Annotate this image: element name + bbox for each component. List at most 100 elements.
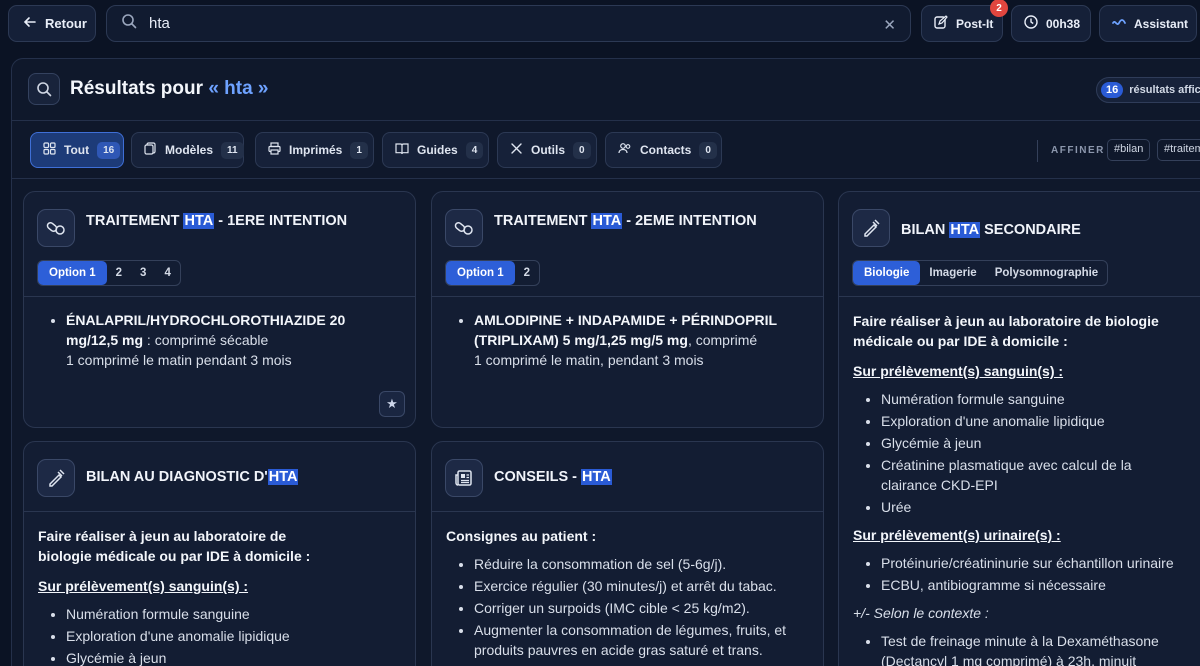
card-bilan-diagnostic[interactable]: BILAN AU DIAGNOSTIC D'HTA Faire réaliser…: [23, 441, 416, 666]
assistant-button[interactable]: Assistant: [1099, 5, 1197, 42]
option-tab[interactable]: 3: [131, 261, 155, 285]
divider: [1037, 140, 1038, 162]
card-body: AMLODIPINE + INDAPAMIDE + PÉRINDOPRIL (T…: [432, 310, 823, 372]
filter-count: 16: [97, 141, 121, 159]
clear-search-icon[interactable]: ✕: [883, 16, 896, 34]
filter-count: 0: [699, 141, 717, 159]
users-icon: [618, 142, 632, 158]
list-item: Exploration d'une anomalie lipidique: [881, 411, 1171, 431]
card-header: CONSEILS - HTA: [432, 442, 823, 512]
filter-count: 0: [573, 141, 591, 159]
option-tabs: Option 1 2: [445, 260, 541, 286]
back-button[interactable]: Retour: [8, 5, 96, 42]
filter-label: Outils: [531, 143, 566, 157]
timer-label: 00h38: [1046, 16, 1081, 31]
affiner-label: AFFINER: [1051, 145, 1105, 156]
results-count: 16 résultats affichés: [1096, 77, 1200, 103]
page-title: Résultats pour « hta »: [70, 78, 269, 100]
card-title: BILAN HTA SECONDAIRE: [901, 222, 1081, 238]
option-tab[interactable]: Polysomnographie: [986, 261, 1108, 285]
search-icon: [28, 73, 60, 105]
card-title: TRAITEMENT HTA - 1ERE INTENTION: [86, 213, 348, 229]
filter-label: Guides: [417, 143, 458, 157]
list-item: Réduire la consommation de sel (5-6g/j).: [474, 554, 804, 574]
edit-note-icon: [934, 15, 948, 32]
option-tab[interactable]: Option 1: [38, 261, 107, 285]
card-header: TRAITEMENT HTA - 2EME INTENTION Option 1…: [432, 192, 823, 297]
printer-icon: [268, 142, 281, 158]
option-tab[interactable]: 2: [515, 261, 539, 285]
option-tab[interactable]: Option 1: [446, 261, 515, 285]
list-item: Augmenter la consommation de légumes, fr…: [474, 620, 804, 660]
section-title: Sur prélèvement(s) sanguin(s) :: [38, 578, 249, 594]
card-bilan-secondaire[interactable]: BILAN HTA SECONDAIRE Biologie Imagerie P…: [838, 191, 1200, 666]
list-item: Numération formule sanguine: [881, 389, 1171, 409]
list-item: AMLODIPINE + INDAPAMIDE + PÉRINDOPRIL (T…: [474, 310, 794, 370]
filter-label: Tout: [64, 143, 90, 157]
card-title: TRAITEMENT HTA - 2EME INTENTION: [494, 213, 757, 229]
list-item: Créatinine plasmatique avec calcul de la…: [881, 455, 1171, 495]
search-input[interactable]: hta: [149, 15, 170, 32]
filter-label: Modèles: [165, 143, 214, 157]
grid-icon: [43, 142, 56, 158]
postit-label: Post-It: [956, 16, 994, 31]
arrow-left-icon: [23, 15, 37, 32]
option-tab[interactable]: Imagerie: [920, 261, 985, 285]
postit-badge: 2: [990, 0, 1008, 17]
list-item: ÉNALAPRIL/HYDROCHLOROTHIAZIDE 20 mg/12,5…: [66, 310, 376, 370]
section-title: Sur prélèvement(s) sanguin(s) :: [853, 363, 1064, 379]
title-query: « hta »: [208, 78, 269, 99]
book-icon: [395, 142, 409, 158]
card-title: BILAN AU DIAGNOSTIC D'HTA: [86, 469, 299, 485]
filter-count: 4: [465, 141, 484, 159]
tools-icon: [510, 142, 523, 158]
filter-contacts[interactable]: Contacts 0: [605, 132, 722, 168]
option-tab[interactable]: Biologie: [853, 261, 921, 285]
tag-bilan[interactable]: #bilan: [1107, 139, 1150, 161]
results-header: Résultats pour « hta » 16 résultats affic…: [12, 59, 1200, 121]
option-tabs: Biologie Imagerie Polysomnographie: [852, 260, 1109, 286]
card-conseils[interactable]: CONSEILS - HTA Consignes au patient : Ré…: [431, 441, 824, 666]
copy-icon: [144, 142, 157, 158]
card-body: Faire réaliser à jeun au laboratoire de …: [839, 311, 1200, 666]
list-item: Test de freinage minute à la Dexaméthaso…: [881, 631, 1181, 666]
card-header: BILAN AU DIAGNOSTIC D'HTA: [24, 442, 415, 512]
lead-text: Consignes au patient :: [446, 528, 597, 544]
pills-icon: [445, 209, 483, 247]
assistant-icon: [1112, 15, 1126, 32]
syringe-icon: [852, 209, 890, 247]
filter-imprimes[interactable]: Imprimés 1: [255, 132, 374, 168]
option-tab[interactable]: 4: [155, 261, 179, 285]
card-header: BILAN HTA SECONDAIRE Biologie Imagerie P…: [839, 192, 1200, 297]
search-bar[interactable]: hta ✕: [106, 5, 911, 42]
filter-count: 1: [350, 141, 368, 159]
pills-icon: [37, 209, 75, 247]
filter-outils[interactable]: Outils 0: [497, 132, 597, 168]
star-icon[interactable]: ★: [379, 391, 405, 417]
top-bar: Retour hta ✕ Post-It 2 00h38 Assistant: [0, 0, 1200, 48]
clock-icon: [1024, 15, 1038, 32]
option-tabs: Option 1 2 3 4: [37, 260, 181, 286]
assistant-label: Assistant: [1134, 16, 1189, 31]
card-body: Consignes au patient : Réduire la consom…: [432, 526, 823, 662]
list-item: Corriger un surpoids (IMC cible < 25 kg/…: [474, 598, 804, 618]
filter-label: Contacts: [640, 143, 692, 157]
timer-button[interactable]: 00h38: [1011, 5, 1091, 42]
postit-button[interactable]: Post-It 2: [921, 0, 1008, 42]
lead-text: Faire réaliser à jeun au laboratoire de …: [853, 313, 1159, 349]
card-body: Faire réaliser à jeun au laboratoire de …: [24, 526, 415, 666]
filter-modeles[interactable]: Modèles 11: [131, 132, 244, 168]
card-traitement-1ere[interactable]: TRAITEMENT HTA - 1ERE INTENTION Option 1…: [23, 191, 416, 428]
card-body: ÉNALAPRIL/HYDROCHLOROTHIAZIDE 20 mg/12,5…: [24, 310, 415, 372]
card-traitement-2eme[interactable]: TRAITEMENT HTA - 2EME INTENTION Option 1…: [431, 191, 824, 428]
filter-bar: Tout 16 Modèles 11 Imprimés 1 Guides 4 O…: [12, 121, 1200, 179]
title-prefix: Résultats pour: [70, 78, 204, 99]
tag-traitement[interactable]: #traitement: [1157, 139, 1200, 161]
option-tab[interactable]: 2: [107, 261, 131, 285]
results-panel: Résultats pour « hta » 16 résultats affic…: [11, 58, 1200, 666]
filter-guides[interactable]: Guides 4: [382, 132, 489, 168]
syringe-icon: [37, 459, 75, 497]
filter-tout[interactable]: Tout 16: [30, 132, 124, 168]
results-count-number: 16: [1101, 82, 1124, 98]
search-icon: [121, 13, 137, 34]
